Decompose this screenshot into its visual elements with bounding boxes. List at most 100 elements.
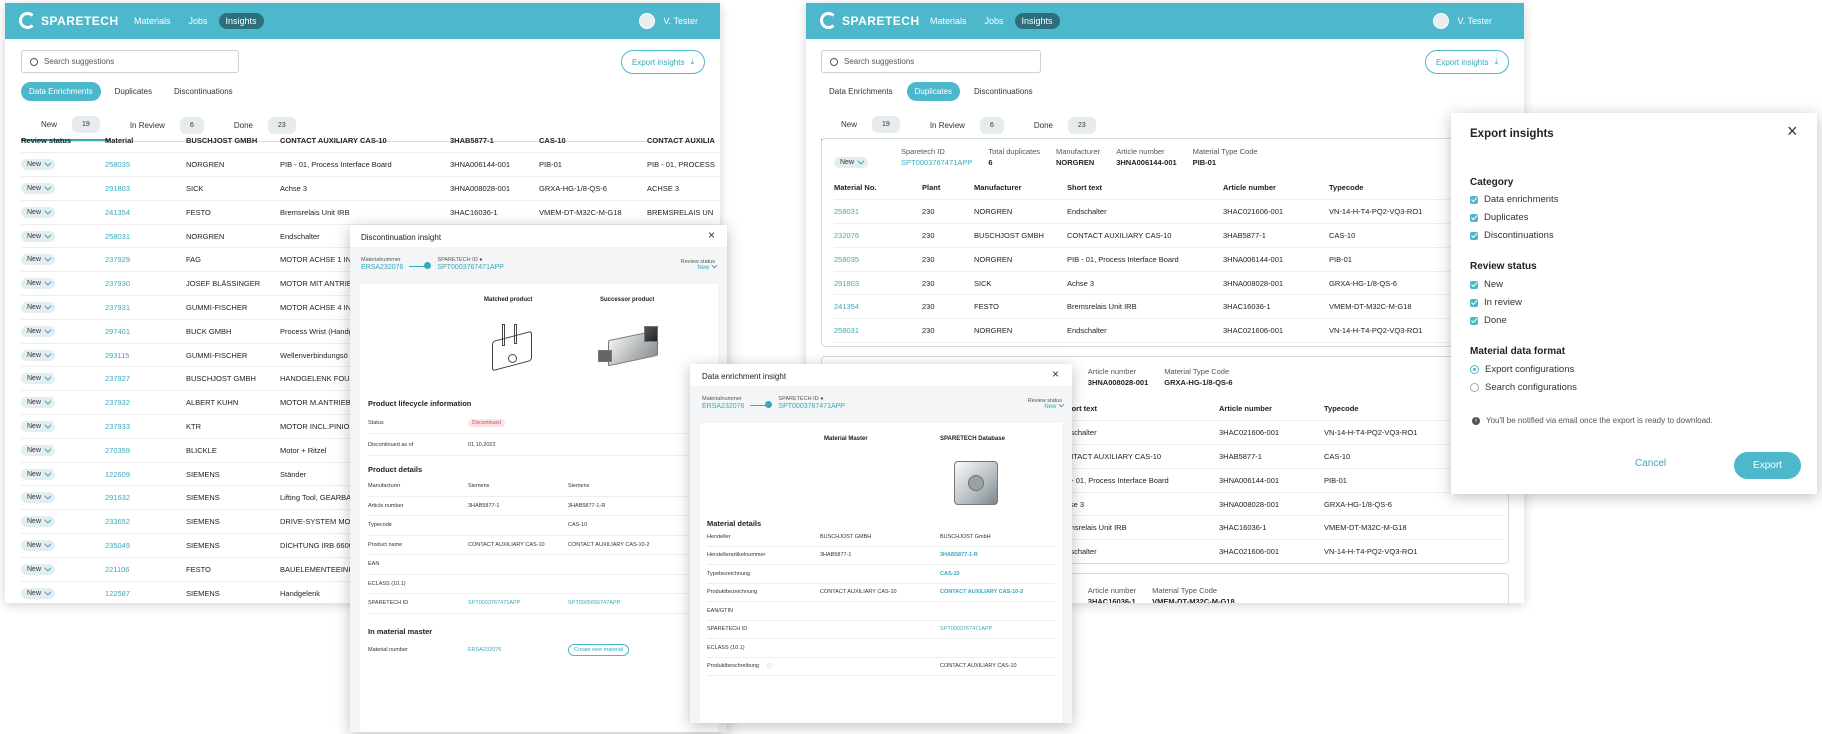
material-link[interactable]: 237932 — [105, 398, 130, 407]
table-row[interactable]: New 258035 NORGREN PIB - 01, Process Interf… — [21, 152, 720, 178]
matched-value[interactable]: SPT0003767471APP — [468, 600, 520, 606]
tab-data-enrichments[interactable]: Data Enrichments — [21, 82, 101, 101]
material-link[interactable]: 258035 — [105, 160, 130, 169]
tab-discontinuations[interactable]: Discontinuations — [166, 82, 241, 101]
close-icon[interactable]: × — [1052, 367, 1059, 381]
subtab-in-review[interactable]: In Review 6 — [910, 110, 1014, 141]
material-link[interactable]: 241354 — [105, 208, 130, 217]
format-radio-search-configurations[interactable]: Search configurations — [1470, 382, 1577, 393]
user-menu[interactable]: V. Tester — [639, 13, 698, 29]
review-status-dropdown[interactable]: New — [21, 539, 56, 551]
material-link[interactable]: 241354 — [834, 294, 922, 320]
export-button[interactable]: Export — [1734, 452, 1801, 479]
sparetech-id-value[interactable]: SPT0003767471APP — [778, 403, 845, 410]
table-row[interactable]: ONTACT AUXILIARY CAS-10 3HAB5877-1 CAS-10 — [1062, 444, 1502, 469]
review-status-dropdown[interactable]: New — [21, 230, 56, 242]
category-checkbox-duplicates[interactable]: Duplicates — [1470, 212, 1528, 223]
nav-materials[interactable]: Materials — [127, 13, 178, 29]
material-number-link[interactable]: ERSA232076 — [468, 647, 501, 653]
meta-value[interactable]: SPT0003767471APP — [901, 158, 972, 167]
review-status-dropdown[interactable]: New — [21, 563, 56, 575]
review-status-dropdown[interactable]: New — [21, 301, 56, 313]
material-link[interactable]: 291803 — [105, 184, 130, 193]
close-icon[interactable]: × — [1787, 121, 1798, 142]
sparetech-logo[interactable]: SPARETECH — [820, 12, 920, 29]
nav-insights[interactable]: Insights — [218, 13, 264, 29]
table-row[interactable]: IB - 01, Process Interface Board 3HNA0061… — [1062, 468, 1502, 493]
sparetech-id-value[interactable]: SPT0003767471APP — [437, 264, 504, 271]
tab-discontinuations[interactable]: Discontinuations — [966, 82, 1041, 101]
cancel-button[interactable]: Cancel — [1635, 458, 1666, 469]
material-link[interactable]: 291632 — [105, 493, 130, 502]
format-radio-export-configurations[interactable]: Export configurations — [1470, 364, 1574, 375]
review-status-dropdown[interactable]: New — [21, 159, 56, 171]
category-checkbox-discontinuations[interactable]: Discontinuations — [1470, 230, 1554, 241]
table-row[interactable]: 258031 230 NORGREN Endschalter 3HAC021606-00… — [834, 318, 1506, 344]
review-status-dropdown[interactable]: New — [21, 206, 56, 218]
review-status-dropdown[interactable]: New — [21, 420, 56, 432]
material-link[interactable]: 297401 — [105, 327, 130, 336]
export-insights-button[interactable]: Export insights ⤓ — [621, 50, 705, 74]
successor-value[interactable]: SPT0005656747APP — [568, 600, 620, 606]
table-row[interactable]: 291803 230 SICK Achse 3 3HNA008028-001 GRXA-H… — [834, 271, 1506, 296]
material-link[interactable]: 258035 — [834, 247, 922, 272]
sparetech-logo[interactable]: SPARETECH — [19, 12, 119, 29]
material-link[interactable]: 237929 — [105, 255, 130, 264]
review-status-dropdown[interactable]: New — [21, 468, 56, 480]
review-status-dropdown[interactable]: New — [1028, 401, 1065, 410]
review-status-dropdown[interactable]: New — [21, 182, 56, 194]
review-status-dropdown[interactable]: New — [21, 492, 56, 504]
material-number-value[interactable]: ERSA232076 — [361, 264, 403, 271]
material-link[interactable]: 237927 — [105, 374, 130, 383]
material-link[interactable]: 258031 — [834, 199, 922, 225]
review-status-dropdown[interactable]: New — [21, 373, 56, 385]
search-input[interactable]: Search suggestions — [821, 50, 1041, 73]
table-row[interactable]: 241354 230 FESTO Bremsrelais Unit IRB 3HAC16… — [834, 294, 1506, 320]
create-new-material-button[interactable]: Create new material — [568, 644, 630, 656]
material-link[interactable]: 258031 — [105, 232, 130, 241]
user-menu[interactable]: V. Tester — [1433, 13, 1492, 29]
search-input[interactable]: Search suggestions — [21, 50, 239, 73]
review-status-dropdown[interactable]: New — [21, 349, 56, 361]
nav-jobs[interactable]: Jobs — [978, 13, 1011, 29]
review-status-dropdown[interactable]: New — [21, 325, 56, 337]
table-row[interactable]: 258031 230 NORGREN Endschalter 3HAC021606-00… — [834, 199, 1506, 225]
category-checkbox-data-enrichments[interactable]: Data enrichments — [1470, 194, 1558, 205]
nav-jobs[interactable]: Jobs — [182, 13, 215, 29]
tab-duplicates[interactable]: Duplicates — [107, 82, 160, 101]
review-checkbox-new[interactable]: New — [1470, 279, 1503, 290]
review-checkbox-in-review[interactable]: In review — [1470, 297, 1522, 308]
review-status-dropdown[interactable]: New — [834, 151, 869, 169]
review-status-dropdown[interactable]: New — [21, 444, 56, 456]
table-row[interactable]: 258035 230 NORGREN PIB - 01, Process Interf… — [834, 247, 1506, 272]
export-insights-button[interactable]: Export insights ⤓ — [1425, 50, 1509, 74]
review-status-dropdown[interactable]: New — [21, 397, 56, 409]
review-status-dropdown[interactable]: New — [21, 278, 56, 290]
material-link[interactable]: 270359 — [105, 446, 130, 455]
review-status-dropdown[interactable]: New — [21, 516, 56, 528]
review-checkbox-done[interactable]: Done — [1470, 315, 1507, 326]
review-status-dropdown[interactable]: New — [21, 587, 56, 599]
material-link[interactable]: 221106 — [105, 565, 129, 574]
material-link[interactable]: 291803 — [834, 271, 922, 296]
material-link[interactable]: 258031 — [834, 318, 922, 344]
material-link[interactable]: 232076 — [834, 223, 922, 248]
nav-materials[interactable]: Materials — [923, 13, 974, 29]
nav-insights[interactable]: Insights — [1014, 13, 1060, 29]
material-link[interactable]: 237930 — [105, 279, 130, 288]
review-status-dropdown[interactable]: New — [21, 254, 56, 266]
table-row[interactable]: ndschalter 3HAC021606-001 VN-14-H-T4-PQ2-V… — [1062, 539, 1502, 563]
material-number-value[interactable]: ERSA232076 — [702, 403, 744, 410]
material-link[interactable]: 122587 — [105, 589, 130, 598]
table-row[interactable]: chse 3 3HNA008028-001 GRXA-HG-1/8-QS-6 — [1062, 492, 1502, 517]
table-row[interactable]: remsrelais Unit IRB 3HAC16036-1 VMEM-DT-M3… — [1062, 515, 1502, 541]
review-status-dropdown[interactable]: New — [681, 262, 718, 271]
table-row[interactable]: 232076 230 BUSCHJOST GMBH CONTACT AUXILIARY… — [834, 223, 1506, 248]
material-link[interactable]: 237933 — [105, 422, 130, 431]
table-row[interactable]: New 241354 FESTO Bremsrelais Unit IRB 3HAC16… — [21, 200, 720, 225]
material-link[interactable]: 235049 — [105, 541, 130, 550]
material-link[interactable]: 122609 — [105, 470, 130, 479]
tab-duplicates[interactable]: Duplicates — [906, 82, 960, 101]
material-link[interactable]: 237931 — [105, 303, 130, 312]
subtab-new[interactable]: New 19 — [821, 110, 910, 141]
